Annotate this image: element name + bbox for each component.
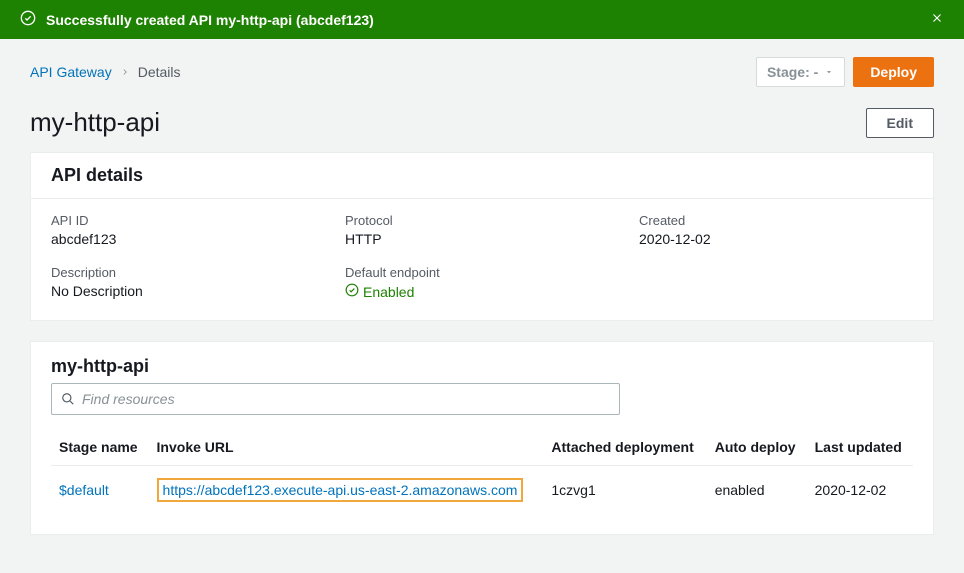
col-updated: Last updated (807, 429, 913, 466)
check-circle-icon (345, 283, 359, 300)
endpoint-label: Default endpoint (345, 265, 619, 280)
breadcrumb: API Gateway Details (30, 64, 181, 80)
page-title: my-http-api (30, 107, 160, 138)
breadcrumb-current: Details (138, 64, 181, 80)
auto-deploy-value: enabled (707, 466, 807, 515)
deploy-button[interactable]: Deploy (853, 57, 934, 87)
col-auto: Auto deploy (707, 429, 807, 466)
deployment-value: 1czvg1 (543, 466, 706, 515)
edit-button[interactable]: Edit (866, 108, 934, 138)
stages-heading: my-http-api (51, 356, 913, 377)
invoke-url-link[interactable]: https://abcdef123.execute-api.us-east-2.… (163, 482, 518, 498)
api-id-value: abcdef123 (51, 231, 325, 247)
stage-label: Stage: - (767, 64, 818, 80)
success-banner: Successfully created API my-http-api (ab… (0, 0, 964, 39)
chevron-right-icon (120, 67, 130, 77)
breadcrumb-root[interactable]: API Gateway (30, 64, 112, 80)
check-circle-icon (20, 10, 36, 29)
stage-name-link[interactable]: $default (59, 482, 109, 498)
search-input[interactable] (51, 383, 620, 415)
col-stage: Stage name (51, 429, 149, 466)
api-id-label: API ID (51, 213, 325, 228)
last-updated-value: 2020-12-02 (807, 466, 913, 515)
protocol-value: HTTP (345, 231, 619, 247)
endpoint-status: Enabled (345, 283, 414, 300)
banner-message: Successfully created API my-http-api (ab… (46, 12, 374, 28)
description-label: Description (51, 265, 325, 280)
panel-heading: API details (31, 153, 933, 199)
col-deployment: Attached deployment (543, 429, 706, 466)
close-icon[interactable] (930, 11, 944, 28)
endpoint-status-text: Enabled (363, 284, 414, 300)
stages-table: Stage name Invoke URL Attached deploymen… (51, 429, 913, 514)
created-label: Created (639, 213, 913, 228)
col-url: Invoke URL (149, 429, 544, 466)
stages-panel: my-http-api Stage name Invoke URL Attach… (30, 341, 934, 535)
api-details-panel: API details API ID abcdef123 Protocol HT… (30, 152, 934, 321)
stage-selector[interactable]: Stage: - (756, 57, 845, 87)
created-value: 2020-12-02 (639, 231, 913, 247)
description-value: No Description (51, 283, 325, 299)
protocol-label: Protocol (345, 213, 619, 228)
caret-down-icon (824, 64, 834, 80)
table-row: $default https://abcdef123.execute-api.u… (51, 466, 913, 515)
